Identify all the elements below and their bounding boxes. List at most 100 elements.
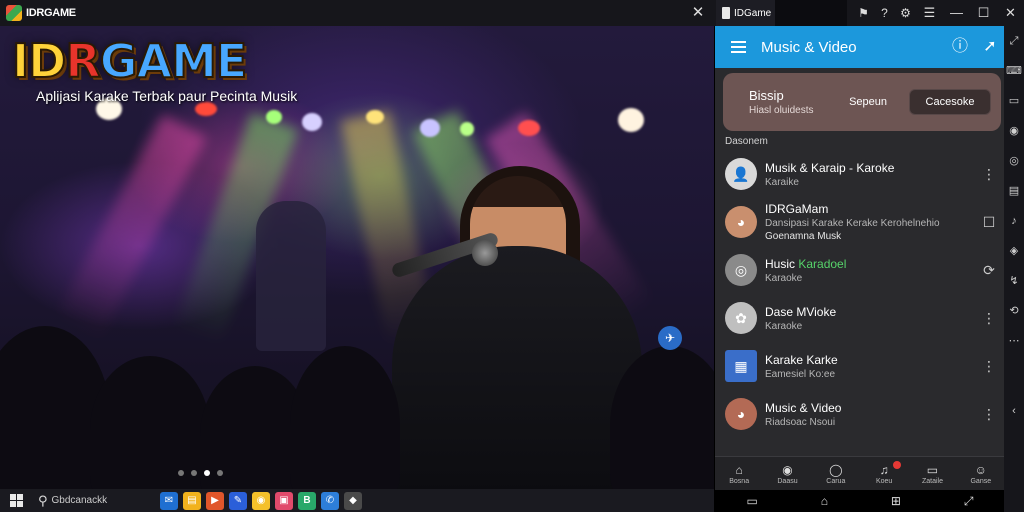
back-icon[interactable]: ‹ (1004, 396, 1024, 426)
nav-item-ganse[interactable]: ☺ Ganse (957, 457, 1005, 490)
search-icon: ⚲ (38, 492, 48, 508)
settings-icon[interactable]: ⚙ (895, 0, 916, 26)
carousel-dot[interactable] (217, 470, 223, 476)
game-app-icon[interactable]: ◆ (344, 491, 362, 510)
help-icon[interactable]: ? (874, 0, 895, 26)
chat-app-icon[interactable]: ✆ (321, 491, 339, 510)
emulator-window: IDRGAME ✕ IDGame ⚑ ? ⚙ ☰ — ☐ ✕ IDRGAME A… (0, 0, 1024, 512)
fullscreen-icon[interactable]: ⤢ (964, 494, 974, 509)
record-icon[interactable]: ◉ (1004, 116, 1024, 146)
list-item-title: Dase MVioke (765, 304, 837, 319)
list-item[interactable]: ✿ Dase MVioke Karaoke ⋮ (715, 294, 1005, 342)
emulator-title-bar: IDRGAME ✕ IDGame ⚑ ? ⚙ ☰ — ☐ ✕ (0, 0, 1024, 26)
emulator-side-toolbar: ⤢ ⌨ ▭ ◉ ◎ ▤ ♪ ◈ ↯ ⟲ ⋯ ‹ (1004, 26, 1024, 512)
featured-card[interactable]: Bissip Hiasl oluidests Sepeun Cacesoke (723, 73, 1001, 131)
nav-2-icon: ◯ (829, 462, 843, 477)
nav-label: Bosna (729, 477, 750, 485)
mail-app-icon[interactable]: ✉ (160, 491, 178, 510)
screenshot-icon[interactable]: ⊞ (891, 494, 901, 508)
volume-icon[interactable]: ♪ (1004, 206, 1024, 236)
nav-0-icon: ⌂ (735, 462, 743, 477)
rotate-icon[interactable]: ⟲ (1004, 296, 1024, 326)
list-item-subtitle: Karaoke (765, 272, 803, 284)
list-item-menu-icon[interactable]: ☐ (977, 214, 1001, 231)
expand-icon[interactable]: ⤢ (1004, 26, 1024, 56)
folder-icon[interactable]: ▤ (1004, 176, 1024, 206)
list-item-menu-icon[interactable]: ⋮ (977, 166, 1001, 183)
stage-spotlight (618, 108, 644, 132)
list-item-subtitle-2: Goenamna Musk (765, 231, 842, 242)
nav-label: Ganse (970, 477, 992, 485)
list-item-subtitle: Karaoke (765, 320, 803, 332)
carousel-dots (178, 470, 223, 476)
emulator-window-controls: IDGame ⚑ ? ⚙ ☰ — ☐ ✕ (716, 0, 1024, 26)
maximize-icon[interactable]: ☐ (970, 0, 997, 26)
keyboard-icon[interactable]: ⌨ (1004, 56, 1024, 86)
list-item[interactable]: ◕ IDRGaMam Dansipasi Karake Kerake Kerohel… (715, 198, 1005, 246)
list-item-menu-icon[interactable]: ⋮ (977, 358, 1001, 375)
feedback-icon[interactable]: ⚑ (853, 0, 874, 26)
emulator-brand: IDRGAME (0, 0, 714, 26)
menu-icon[interactable]: ☰ (916, 0, 943, 26)
list-item[interactable]: ◕ Music & Video Riadsoac Nsoui ⋮ (715, 390, 1005, 438)
camera-icon[interactable]: ◎ (1004, 146, 1024, 176)
list-item-subtitle: Karaike (765, 176, 799, 188)
nav-item-bosna[interactable]: ⌂ Bosna (715, 457, 763, 490)
location-icon[interactable]: ◈ (1004, 236, 1024, 266)
stage-spotlight (518, 120, 540, 136)
start-button[interactable] (0, 489, 32, 512)
photo-avatar-icon: ◕ (725, 206, 757, 238)
carousel-dot[interactable] (204, 470, 210, 476)
screen-icon[interactable]: ▭ (1004, 86, 1024, 116)
stage-spotlight (195, 102, 217, 116)
close-banner-icon[interactable]: ✕ (688, 3, 708, 23)
carousel-dot[interactable] (191, 470, 197, 476)
app-cube-icon (6, 5, 22, 21)
list-item-accent: Karadoel (795, 256, 847, 271)
minimize-icon[interactable]: — (943, 0, 970, 26)
android-phone-screen: Music & Video ⓘ ➚ Bissip Hiasl oluidests… (714, 26, 1005, 512)
list-item[interactable]: ◎ Husic Karadoel Karaoke ⟳ (715, 246, 1005, 294)
browser-app-icon[interactable]: ◉ (252, 491, 270, 510)
promo-banner[interactable]: IDRGAME Aplijasi Karake Terbak paur Peci… (0, 26, 714, 489)
nav-item-zataile[interactable]: ▭ Zataile (908, 457, 956, 490)
store-app-icon[interactable]: B (298, 491, 316, 510)
tab-empty[interactable] (775, 0, 847, 26)
files-app-icon[interactable]: ▤ (183, 491, 201, 510)
list-item-menu-icon[interactable]: ⋮ (977, 406, 1001, 423)
close-icon[interactable]: ✕ (997, 0, 1024, 26)
hamburger-menu-icon[interactable] (715, 26, 761, 68)
floating-assistant-icon[interactable]: ✈ (658, 326, 682, 350)
shake-icon[interactable]: ↯ (1004, 266, 1024, 296)
list-item-subtitle: Riadsoac Nsoui (765, 416, 836, 428)
stage-spotlight (460, 122, 474, 136)
person-avatar-icon: 👤 (725, 158, 757, 190)
list-item-title: Karake Karke (765, 352, 838, 367)
carousel-dot[interactable] (178, 470, 184, 476)
phone-icon (722, 7, 730, 19)
list-item-subtitle: Dansipasi Karake Kerake Kerohelnehio (765, 218, 940, 229)
nav-item-koeu[interactable]: ♫ Koeu (860, 457, 908, 490)
android-system-nav: ▭ ⌂ ⊞ ⤢ (715, 490, 1005, 512)
recents-icon[interactable]: ▭ (746, 494, 757, 508)
nav-item-daasu[interactable]: ◉ Daasu (763, 457, 811, 490)
nav-item-carua[interactable]: ◯ Carua (812, 457, 860, 490)
home-icon[interactable]: ⌂ (821, 494, 828, 508)
more-icon[interactable]: ⋯ (1004, 326, 1024, 356)
tab-idgame[interactable]: IDGame (716, 0, 776, 26)
help-circle-icon[interactable]: ⓘ (945, 26, 975, 68)
list-item[interactable]: ▦ Karake Karke Eamesiel Ko:ee ⋮ (715, 342, 1005, 390)
feather-app-icon[interactable]: ✎ (229, 491, 247, 510)
photo-app-icon[interactable]: ▣ (275, 491, 293, 510)
share-icon[interactable]: ➚ (975, 26, 1005, 68)
list-item-menu-icon[interactable]: ⋮ (977, 310, 1001, 327)
banner-tagline: Aplijasi Karake Terbak paur Pecinta Musi… (36, 88, 298, 104)
list-item-menu-icon[interactable]: ⟳ (977, 262, 1001, 279)
taskbar-search[interactable]: ⚲ Gbdcanackk (32, 489, 132, 512)
list-item[interactable]: 👤 Musik & Karaip - Karoke Karaike ⋮ (715, 150, 1005, 198)
disc-avatar-icon: ◎ (725, 254, 757, 286)
featured-mid-label[interactable]: Sepeun (849, 96, 887, 108)
karaoke-button[interactable]: Cacesoke (909, 89, 991, 115)
featured-subtitle: Hiasl oluidests (749, 105, 814, 116)
media-app-icon[interactable]: ▶ (206, 491, 224, 510)
